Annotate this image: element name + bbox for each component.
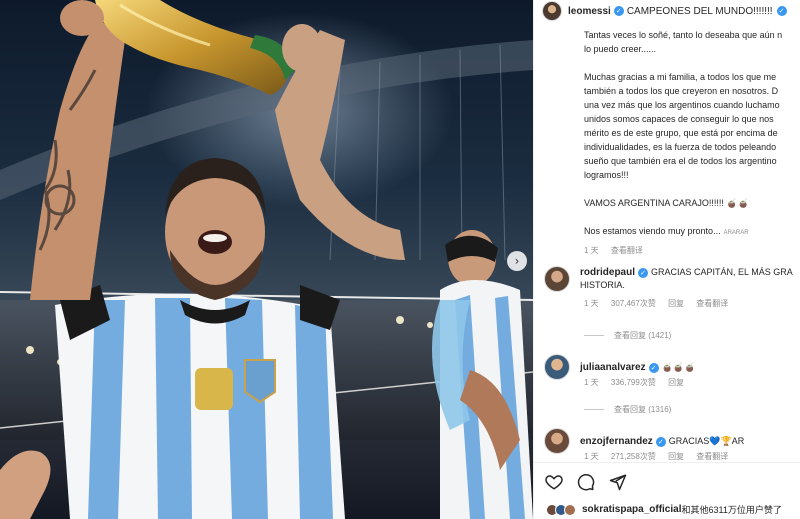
see-translation-link[interactable]: 查看翻译 <box>611 246 643 255</box>
comment-meta: 1 天 307,467次赞 回复 查看翻译 <box>584 298 800 309</box>
comment-likes[interactable]: 271,258次赞 <box>611 452 656 461</box>
caption-line: mérito es de este grupo, que está por en… <box>584 128 778 138</box>
view-replies-button[interactable]: 查看回复 (1421) <box>584 330 671 341</box>
view-replies-button[interactable]: 查看回复 (1316) <box>584 404 671 415</box>
caption-line: también a todos los que creyeron en noso… <box>584 86 779 96</box>
chevron-right-icon[interactable]: › <box>507 251 527 271</box>
caption-line: individualidades, es la fuerza de todos … <box>584 142 777 152</box>
caption-line: Nos estamos viendo muy pronto... ARARAR <box>584 224 800 240</box>
caption-meta: 1 天 查看翻译 <box>584 244 800 258</box>
comment-text-cont: HISTORIA. <box>580 280 625 290</box>
post-caption: Tantas veces lo soñé, tanto lo deseaba q… <box>584 28 800 258</box>
likes-count-text: 和其他6311万位用户赞了 <box>681 505 782 515</box>
comment-username[interactable]: enzojfernandez <box>580 436 653 447</box>
likes-username[interactable]: sokratispapa_official <box>582 504 681 515</box>
comment-text: 🧉🧉🧉 <box>661 362 696 372</box>
view-replies-label: 查看回复 (1421) <box>614 331 672 340</box>
caption-last-line: Nos estamos viendo muy pronto... <box>584 226 721 236</box>
caption-time: 1 天 <box>584 246 599 255</box>
comment-time: 1 天 <box>584 378 599 387</box>
verified-badge-icon: ✓ <box>776 6 787 16</box>
post-photo: › <box>0 0 533 519</box>
caption-line: logramos!!! <box>584 170 629 180</box>
post-header: leomessi ✓ CAMPEONES DEL MUNDO!!!!!!! ✓ <box>534 0 800 22</box>
view-replies-label: 查看回复 (1316) <box>614 405 672 414</box>
verified-badge-icon: ✓ <box>655 436 666 447</box>
comment-item: enzojfernandez ✓ GRACIAS💙🏆AR 1 天 271,258次赞… <box>544 428 800 462</box>
comment-body: rodridepaul ✓ GRACIAS CAPITÁN, EL MÁS GRA … <box>580 266 800 292</box>
comment-text: GRACIAS💙🏆AR <box>668 436 745 446</box>
avatar <box>564 503 576 516</box>
avatar[interactable] <box>544 428 570 454</box>
photo-illustration <box>0 0 533 519</box>
comment-item: rodridepaul ✓ GRACIAS CAPITÁN, EL MÁS GRA … <box>544 266 800 309</box>
caption-line: Tantas veces lo soñé, tanto lo deseaba q… <box>584 30 783 40</box>
heart-icon[interactable] <box>544 472 564 492</box>
comment-item: juliaanalvarez ✓ 🧉🧉🧉 1 天 336,799次赞 回复 <box>544 354 800 388</box>
comment-time: 1 天 <box>584 299 599 308</box>
comment-username[interactable]: juliaanalvarez <box>580 362 646 373</box>
post-side-panel: leomessi ✓ CAMPEONES DEL MUNDO!!!!!!! ✓ … <box>533 0 800 519</box>
avatar[interactable] <box>542 1 562 21</box>
avatar[interactable] <box>544 354 570 380</box>
caption-line: sueño que también era el de todos los ar… <box>584 156 777 166</box>
comment-username[interactable]: rodridepaul <box>580 267 635 278</box>
post-action-bar <box>534 462 800 500</box>
author-username[interactable]: leomessi <box>568 6 611 17</box>
verified-badge-icon: ✓ <box>648 362 659 373</box>
caption-line: lo puedo creer...... <box>584 44 657 54</box>
post-title-text: CAMPEONES DEL MUNDO!!!!!!! <box>626 5 773 17</box>
comment-icon[interactable] <box>576 472 596 492</box>
comment-text: GRACIAS CAPITÁN, EL MÁS GRA <box>651 267 793 277</box>
comment-likes[interactable]: 336,799次赞 <box>611 378 656 387</box>
comment-time: 1 天 <box>584 452 599 461</box>
verified-badge-icon: ✓ <box>613 6 624 16</box>
see-translation-link[interactable]: 查看翻译 <box>696 299 728 308</box>
caption-more-tag[interactable]: ARARAR <box>724 230 749 236</box>
caption-line: una vez más que los argentinos cuando lu… <box>584 100 780 110</box>
reply-button[interactable]: 回复 <box>668 378 684 387</box>
comment-likes[interactable]: 307,467次赞 <box>611 299 656 308</box>
caption-line: VAMOS ARGENTINA CARAJO!!!!!! 🧉🧉 <box>584 198 749 208</box>
see-translation-link[interactable]: 查看翻译 <box>696 452 728 461</box>
avatar[interactable] <box>544 266 570 292</box>
caption-line: Muchas gracias a mi familia, a todos los… <box>584 72 777 82</box>
comments-scroll-area[interactable]: Tantas veces lo soñé, tanto lo deseaba q… <box>534 22 800 462</box>
caption-line: unidos somos capaces de conseguir lo que… <box>584 114 774 124</box>
reply-button[interactable]: 回复 <box>668 299 684 308</box>
reply-button[interactable]: 回复 <box>668 452 684 461</box>
likes-summary[interactable]: sokratispapa_official 和其他6311万位用户赞了 <box>534 500 800 519</box>
verified-badge-icon: ✓ <box>638 267 649 278</box>
share-icon[interactable] <box>608 472 628 492</box>
